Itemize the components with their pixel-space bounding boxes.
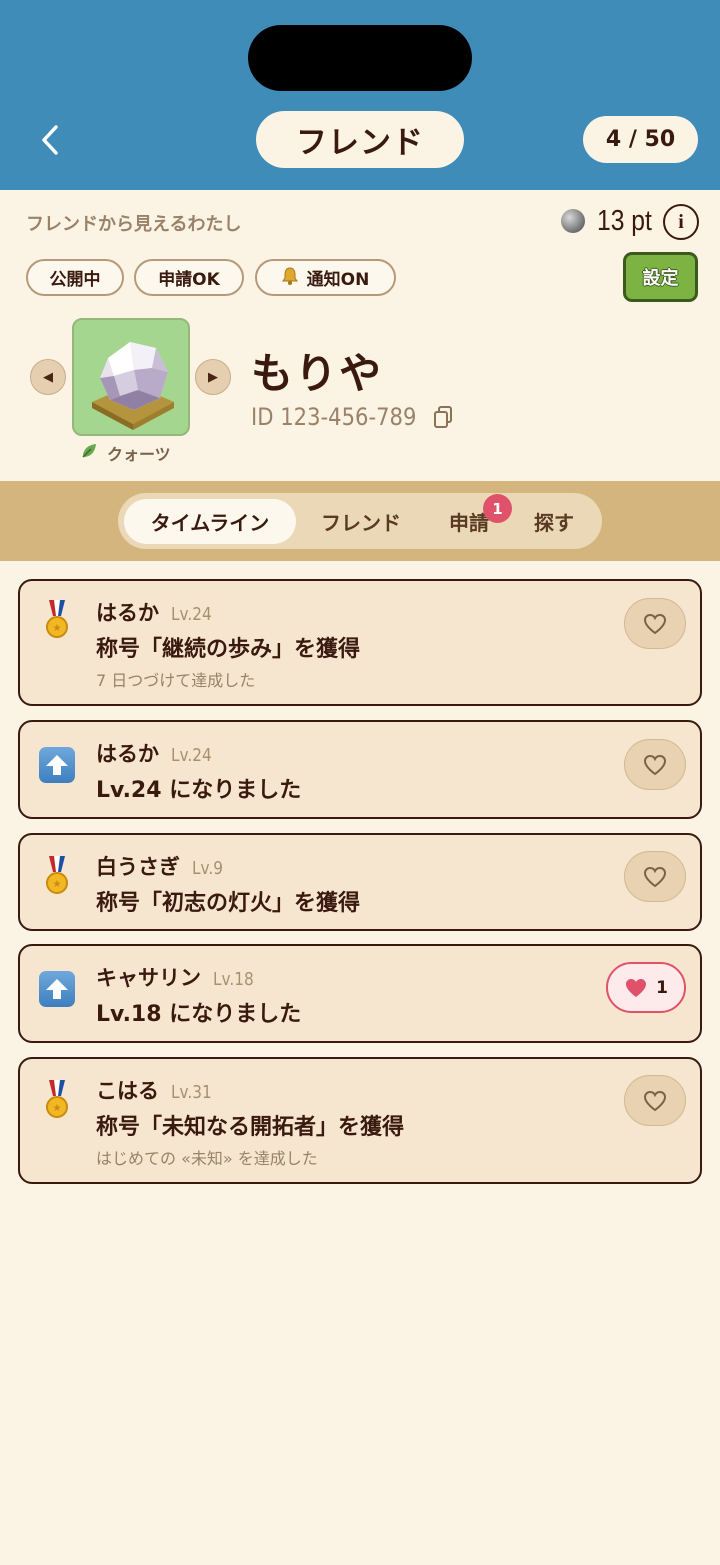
points-value: 13 pt (597, 204, 652, 237)
like-button[interactable] (624, 1075, 686, 1126)
notify-on-label: 通知ON (306, 270, 370, 290)
tab-friends[interactable]: フレンド (305, 499, 417, 544)
card-event-title: 称号「未知なる開拓者」を獲得 (96, 1115, 405, 1140)
timeline-card: ★ こはる Lv.31 称号「未知なる開拓者」を獲得 はじめての «未知» を達… (18, 1057, 702, 1184)
friend-count-badge: 4 / 50 (583, 116, 698, 163)
timeline-card: キャサリン Lv.18 Lv.18 になりました 1 (18, 944, 702, 1043)
like-button-liked[interactable]: 1 (606, 962, 686, 1013)
triangle-right-icon: ▶ (208, 369, 218, 385)
card-user-level: Lv.9 (192, 858, 223, 879)
card-user-level: Lv.24 (171, 604, 212, 625)
svg-text:★: ★ (53, 879, 62, 890)
app-header: フレンド 4 / 50 (0, 0, 720, 190)
card-event-detail: はじめての «未知» を達成した (96, 1149, 318, 1168)
card-user: はるか Lv.24 (96, 597, 219, 627)
heart-filled-icon (626, 978, 647, 997)
user-name: もりや (251, 349, 384, 398)
heart-outline-icon (643, 866, 667, 887)
copy-icon[interactable] (432, 405, 454, 429)
like-button[interactable] (624, 739, 686, 790)
card-user-name: 白うさぎ (96, 855, 180, 879)
avatar-name-label: クォーツ (107, 445, 171, 464)
card-user: キャサリン Lv.18 (96, 962, 261, 992)
avatar (72, 318, 190, 436)
card-event-title: 称号「継続の歩み」を獲得 (96, 637, 361, 662)
apply-ok-tag[interactable]: 申請OK (134, 259, 244, 296)
user-id-text: ID 123-456-789 (251, 403, 417, 431)
heart-outline-icon (643, 613, 667, 634)
points-display: 13 pt (561, 203, 663, 239)
card-user-name: はるか (96, 742, 159, 766)
card-event-title: Lv.24 になりました (96, 778, 302, 803)
card-user-name: はるか (96, 601, 159, 625)
card-user: はるか Lv.24 (96, 738, 219, 768)
requests-badge: 1 (483, 494, 512, 523)
svg-text:★: ★ (53, 1103, 62, 1114)
like-count: 1 (656, 977, 668, 998)
notify-on-tag[interactable]: 通知ON (255, 259, 396, 296)
heart-outline-icon (643, 1090, 667, 1111)
card-user: 白うさぎ Lv.9 (96, 851, 228, 881)
like-button[interactable] (624, 598, 686, 649)
bell-icon (281, 266, 298, 289)
timeline-card: ★ はるか Lv.24 称号「継続の歩み」を獲得 7 日つづけて達成した (18, 579, 702, 706)
card-user-level: Lv.31 (171, 1082, 212, 1103)
card-event-title: Lv.18 になりました (96, 1002, 302, 1027)
user-id: ID 123-456-789 (251, 399, 454, 435)
medal-icon: ★ (38, 856, 76, 895)
medal-icon: ★ (38, 600, 76, 639)
timeline-card: ★ 白うさぎ Lv.9 称号「初志の灯火」を獲得 (18, 833, 702, 931)
card-event-title: 称号「初志の灯火」を獲得 (96, 891, 361, 916)
visible-to-friends-label: フレンドから見えるわたし (26, 214, 242, 235)
up-arrow-icon (38, 746, 76, 784)
prev-avatar-button[interactable]: ◀ (30, 359, 66, 395)
next-avatar-button[interactable]: ▶ (195, 359, 231, 395)
quartz-crystal-icon (92, 342, 174, 430)
back-button[interactable] (30, 118, 70, 162)
chevron-left-icon (42, 125, 58, 155)
card-user-level: Lv.18 (213, 969, 254, 990)
tab-timeline[interactable]: タイムライン (124, 499, 296, 544)
card-user-name: こはる (96, 1079, 159, 1103)
card-user-level: Lv.24 (171, 745, 212, 766)
card-user-name: キャサリン (96, 966, 201, 990)
svg-text:★: ★ (53, 623, 62, 634)
card-user: こはる Lv.31 (96, 1075, 219, 1105)
info-button[interactable]: i (663, 204, 699, 240)
settings-button[interactable]: 設定 (623, 252, 698, 302)
public-status-tag[interactable]: 公開中 (26, 259, 124, 296)
medal-icon: ★ (38, 1080, 76, 1119)
camera-notch (248, 25, 472, 91)
up-arrow-icon (38, 970, 76, 1008)
card-event-detail: 7 日つづけて達成した (96, 671, 256, 690)
heart-outline-icon (643, 754, 667, 775)
leaf-icon (80, 442, 98, 464)
like-button[interactable] (624, 851, 686, 902)
moon-icon (561, 209, 585, 233)
info-icon: i (678, 210, 684, 233)
avatar-name: クォーツ (80, 441, 171, 465)
page-title: フレンド (256, 111, 464, 168)
tab-search[interactable]: 探す (517, 499, 591, 544)
triangle-left-icon: ◀ (43, 369, 53, 385)
timeline-card: はるか Lv.24 Lv.24 になりました (18, 720, 702, 819)
